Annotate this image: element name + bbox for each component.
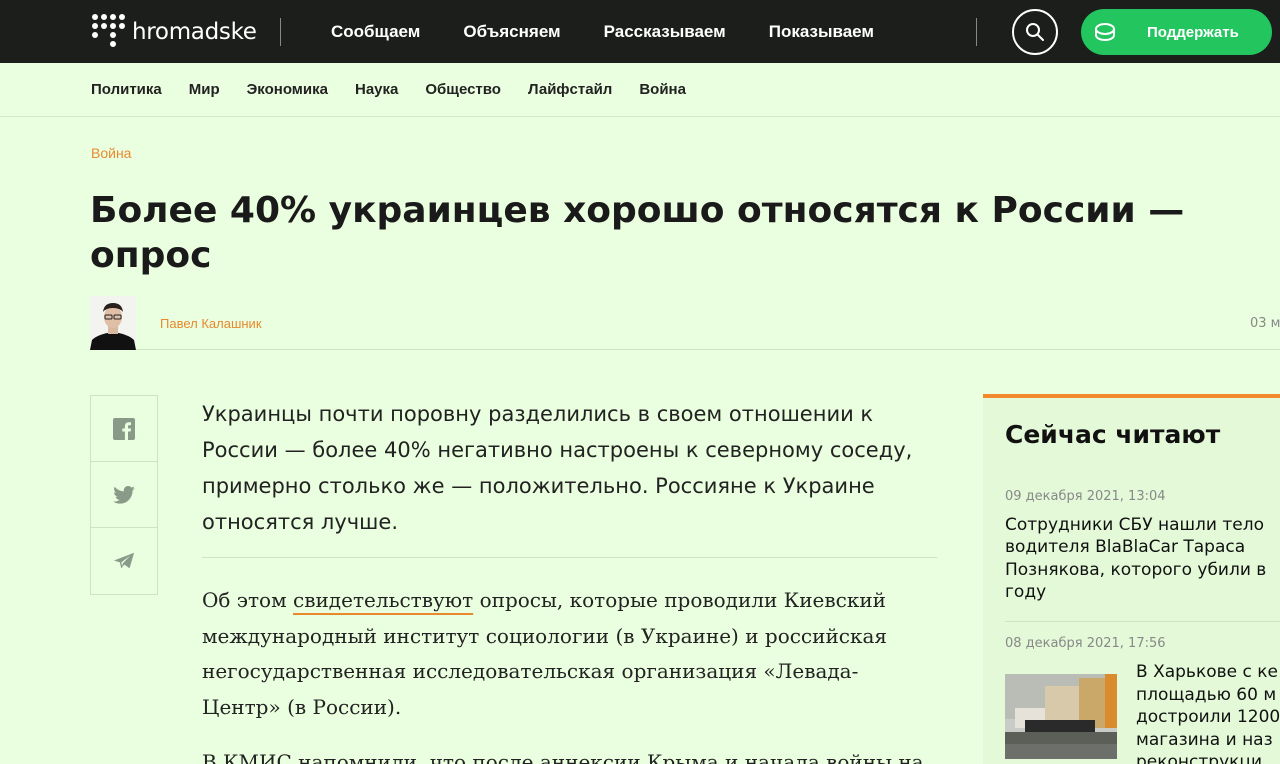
divider bbox=[976, 18, 977, 46]
category-item-politika[interactable]: Политика bbox=[91, 81, 162, 98]
divider bbox=[280, 18, 281, 46]
telegram-icon bbox=[113, 552, 135, 569]
share-telegram-button[interactable] bbox=[91, 528, 157, 594]
category-nav: Политика Мир Экономика Наука Общество Ла… bbox=[0, 63, 1280, 117]
article-title: Более 40% украинцев хорошо относятся к Р… bbox=[90, 188, 1190, 278]
news-date: 09 декабря 2021, 13:04 bbox=[1005, 489, 1166, 504]
publish-date: 03 м bbox=[1250, 316, 1280, 331]
author-row: Павел Калашник 03 м bbox=[90, 296, 1280, 350]
paragraph-text: Об этом bbox=[202, 588, 294, 612]
article-paragraph: В КМИС напомнили, что после аннексии Кры… bbox=[202, 750, 924, 764]
news-title-line: площадью 60 м bbox=[1136, 685, 1277, 705]
support-label: Поддержать bbox=[1147, 23, 1239, 41]
author-avatar[interactable] bbox=[90, 296, 136, 350]
trending-title: Сейчас читают bbox=[1005, 420, 1221, 449]
facebook-icon bbox=[113, 417, 135, 440]
logo-text: hromadske bbox=[132, 19, 257, 45]
news-title-line: достроили 1200 bbox=[1136, 707, 1280, 727]
category-item-layfstayl[interactable]: Лайфстайл bbox=[528, 81, 612, 98]
news-title-line: реконструкци bbox=[1136, 752, 1263, 764]
article-paragraph: Об этом свидетельствуют опросы, которые … bbox=[202, 583, 937, 725]
category-item-ekonomika[interactable]: Экономика bbox=[247, 81, 328, 98]
support-button[interactable]: Поддержать bbox=[1081, 9, 1272, 55]
article-title-line: опрос bbox=[90, 235, 212, 276]
news-thumbnail[interactable] bbox=[1005, 674, 1117, 759]
nav-item-pokazyvaem[interactable]: Показываем bbox=[769, 22, 874, 42]
news-title-line: Познякова, которого убили в bbox=[1005, 560, 1267, 580]
nav-item-obyasnyaem[interactable]: Объясняем bbox=[463, 22, 560, 42]
trending-sidebar: Сейчас читают 09 декабря 2021, 13:04 Сот… bbox=[983, 394, 1280, 764]
category-item-nauka[interactable]: Наука bbox=[355, 81, 398, 98]
search-button[interactable] bbox=[1012, 9, 1058, 55]
category-item-obshchestvo[interactable]: Общество bbox=[425, 81, 501, 98]
nav-item-soobshchaem[interactable]: Сообщаем bbox=[331, 22, 420, 42]
nav-item-rasskazyvaem[interactable]: Рассказываем bbox=[604, 22, 726, 42]
news-title-line: году bbox=[1005, 582, 1047, 602]
article-body: Об этом свидетельствуют опросы, которые … bbox=[202, 583, 937, 764]
author-name[interactable]: Павел Калашник bbox=[160, 316, 262, 331]
search-icon bbox=[1026, 23, 1044, 41]
logo-dots-icon bbox=[92, 14, 128, 50]
share-facebook-button[interactable] bbox=[91, 396, 157, 462]
divider bbox=[1005, 621, 1280, 622]
site-logo[interactable]: hromadske bbox=[92, 14, 257, 50]
news-title-line: Сотрудники СБУ нашли тело bbox=[1005, 515, 1264, 535]
category-item-voyna[interactable]: Война bbox=[639, 81, 686, 98]
share-twitter-button[interactable] bbox=[91, 462, 157, 528]
top-bar: hromadske Сообщаем Объясняем Рассказывае… bbox=[0, 0, 1280, 63]
news-date: 08 декабря 2021, 17:56 bbox=[1005, 636, 1166, 651]
news-title-line: водителя BlaBlaCar Тараса bbox=[1005, 537, 1246, 557]
article-title-line: Более 40% украинцев хорошо относятся к Р… bbox=[90, 190, 1185, 231]
news-title-line: В Харькове с ке bbox=[1136, 662, 1278, 682]
news-title-line: магазина и наз bbox=[1136, 730, 1273, 750]
twitter-icon bbox=[113, 485, 135, 504]
share-panel bbox=[90, 395, 158, 595]
article-lead: Украинцы почти поровну разделились в сво… bbox=[202, 396, 937, 558]
article-category-link[interactable]: Война bbox=[91, 145, 131, 161]
category-item-mir[interactable]: Мир bbox=[189, 81, 220, 98]
source-link[interactable]: свидетельствуют bbox=[293, 588, 473, 612]
coin-icon bbox=[1093, 20, 1117, 44]
main-nav: Сообщаем Объясняем Рассказываем Показыва… bbox=[331, 0, 874, 63]
